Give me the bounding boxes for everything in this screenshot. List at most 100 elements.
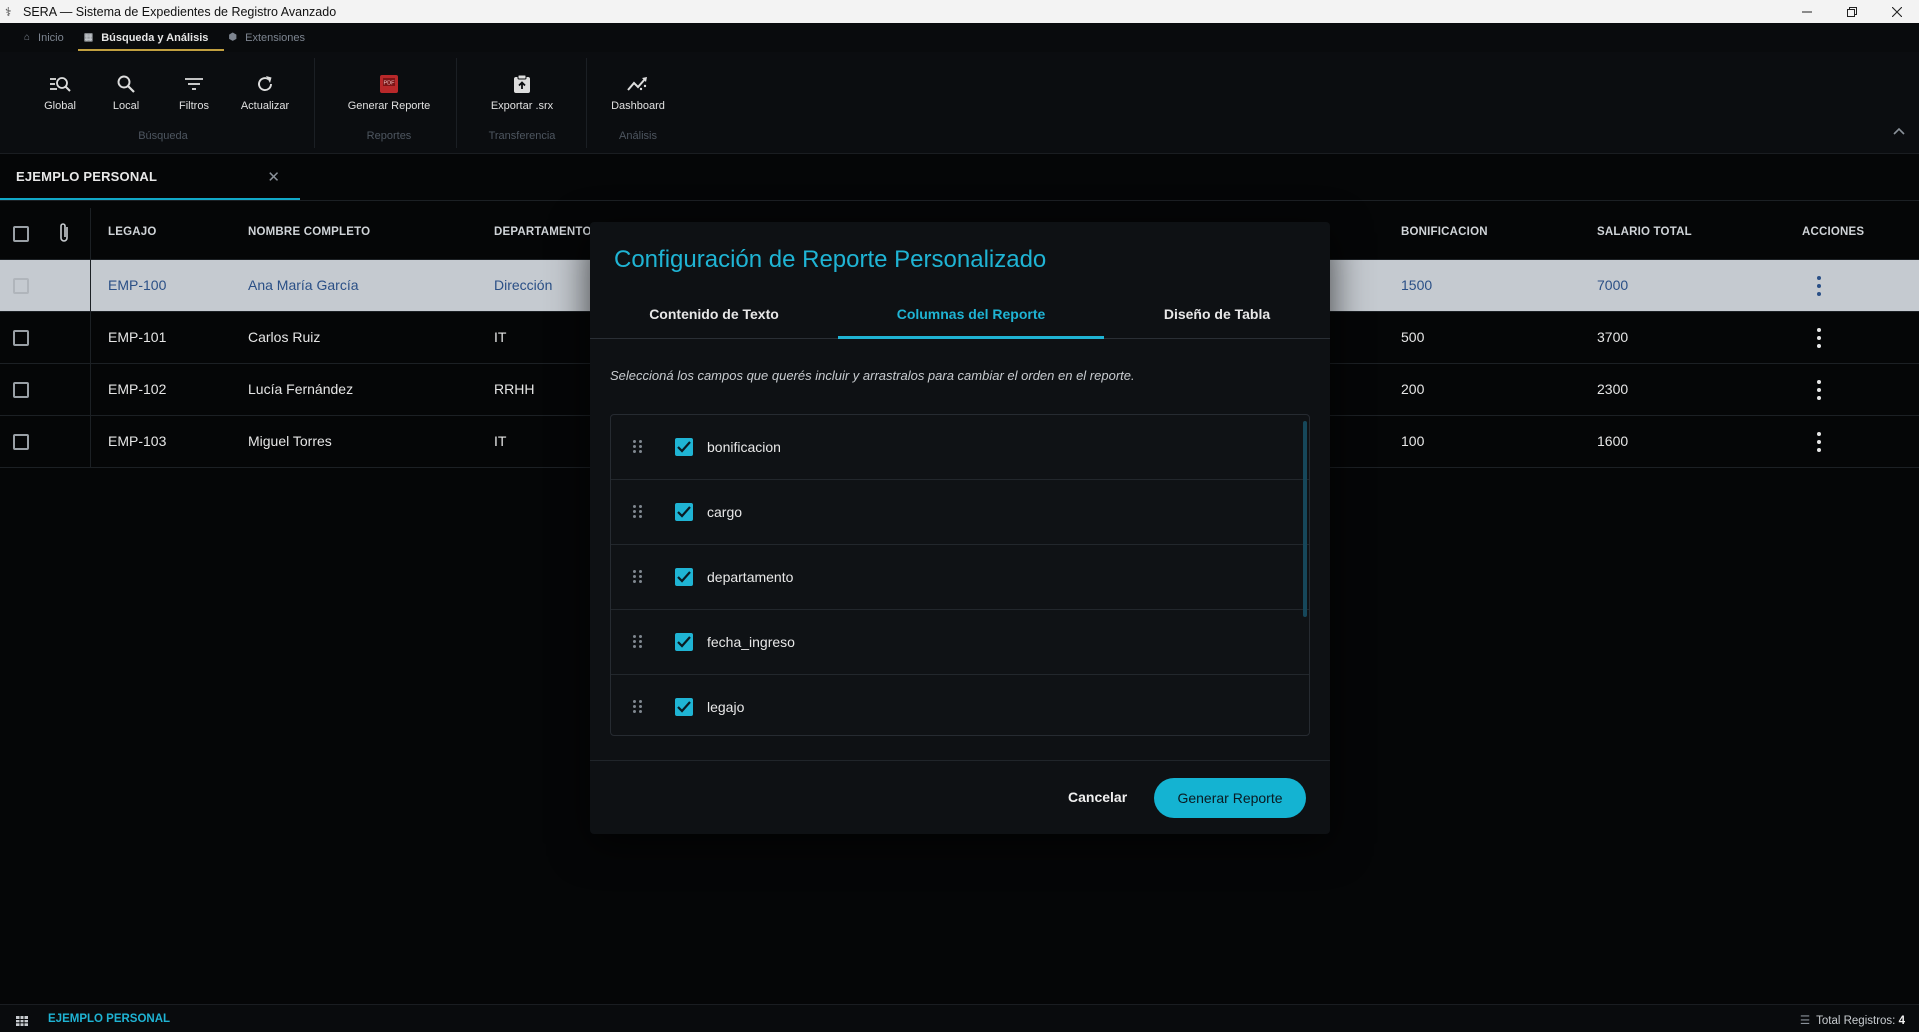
- field-list-scrollbar[interactable]: [1303, 421, 1307, 617]
- field-checkbox[interactable]: [675, 438, 693, 456]
- tab-label: Inicio: [38, 31, 64, 44]
- select-all-checkbox[interactable]: [13, 226, 29, 242]
- tab-busqueda-analisis[interactable]: ▦ Búsqueda y Análisis: [77, 23, 225, 52]
- cell-legajo: EMP-103: [108, 433, 167, 449]
- field-list: bonificacion cargo departamento fecha_in…: [610, 414, 1310, 736]
- close-icon: [1891, 6, 1902, 17]
- cell-salario: 2300: [1597, 381, 1629, 397]
- field-name: cargo: [707, 504, 743, 520]
- column-divider: [90, 260, 91, 312]
- cell-legajo: EMP-102: [108, 381, 167, 397]
- ribbon-divider: [586, 58, 587, 148]
- cell-nombre: Ana María García: [248, 277, 359, 293]
- cell-salario: 1600: [1597, 433, 1629, 449]
- col-bonificacion[interactable]: BONIFICACION: [1401, 226, 1488, 238]
- check-icon: [677, 636, 691, 648]
- main-nav: ⌂ Inicio ▦ Búsqueda y Análisis ⬢ Extensi…: [0, 23, 1919, 52]
- col-legajo[interactable]: LEGAJO: [108, 226, 157, 238]
- tab-diseno-tabla[interactable]: Diseño de Tabla: [1104, 294, 1330, 339]
- col-acciones: ACCIONES: [1802, 226, 1865, 238]
- list-item[interactable]: bonificacion: [611, 415, 1309, 480]
- group-label: Análisis: [619, 130, 657, 142]
- tab-inicio[interactable]: ⌂ Inicio: [20, 23, 80, 52]
- maximize-button[interactable]: [1829, 0, 1874, 23]
- drag-handle-icon[interactable]: [633, 440, 643, 454]
- status-total: ☰ Total Registros: 4: [1800, 1013, 1905, 1027]
- ribbon-group-analisis: Análisis: [588, 52, 688, 154]
- cell-departamento: Dirección: [494, 277, 553, 293]
- restore-icon: [1846, 6, 1857, 17]
- cell-bonificacion: 500: [1401, 329, 1425, 345]
- window-title: SERA — Sistema de Expedientes de Registr…: [23, 4, 337, 19]
- drag-handle-icon[interactable]: [633, 635, 643, 649]
- cell-salario: 7000: [1597, 277, 1629, 293]
- home-icon: ⌂: [24, 32, 31, 43]
- status-bar: EJEMPLO PERSONAL ☰ Total Registros: 4: [0, 1004, 1919, 1032]
- list-item[interactable]: fecha_ingreso: [611, 610, 1309, 675]
- field-checkbox[interactable]: [675, 633, 693, 651]
- cell-departamento: IT: [494, 433, 507, 449]
- field-checkbox[interactable]: [675, 503, 693, 521]
- generate-report-submit-button[interactable]: Generar Reporte: [1154, 778, 1306, 818]
- cell-legajo: EMP-101: [108, 329, 167, 345]
- list-item[interactable]: cargo: [611, 480, 1309, 545]
- cancel-button[interactable]: Cancelar: [1068, 789, 1127, 805]
- cell-departamento: IT: [494, 329, 507, 345]
- drag-handle-icon[interactable]: [633, 570, 643, 584]
- tab-extensiones[interactable]: ⬢ Extensiones: [224, 23, 321, 52]
- table-icon: [16, 1013, 28, 1026]
- list-icon: ☰: [1799, 1015, 1811, 1027]
- tab-label: Extensiones: [245, 31, 306, 44]
- cell-departamento: RRHH: [494, 381, 535, 397]
- cell-bonificacion: 200: [1401, 381, 1425, 397]
- list-item[interactable]: legajo: [611, 675, 1309, 735]
- check-icon: [677, 571, 691, 583]
- col-departamento[interactable]: DEPARTAMENTO: [494, 226, 592, 238]
- column-divider: [90, 364, 91, 416]
- tab-columnas-reporte[interactable]: Columnas del Reporte: [838, 294, 1104, 339]
- attachment-icon: [58, 222, 70, 249]
- row-checkbox[interactable]: [13, 434, 29, 450]
- list-item[interactable]: departamento: [611, 545, 1309, 610]
- drag-handle-icon[interactable]: [633, 700, 643, 714]
- column-divider: [90, 312, 91, 364]
- row-actions-icon[interactable]: [1816, 380, 1822, 400]
- minimize-icon: [1801, 11, 1812, 12]
- row-actions-icon[interactable]: [1816, 432, 1822, 452]
- total-value: 4: [1898, 1015, 1905, 1027]
- close-tab-button[interactable]: ✕: [267, 168, 280, 186]
- group-label: Transferencia: [488, 130, 556, 142]
- row-actions-icon[interactable]: [1816, 276, 1822, 296]
- row-checkbox[interactable]: [13, 330, 29, 346]
- total-label: Total Registros:: [1816, 1015, 1896, 1027]
- tab-divider: [0, 200, 1919, 201]
- col-salario[interactable]: SALARIO TOTAL: [1597, 226, 1692, 238]
- close-window-button[interactable]: [1874, 0, 1919, 23]
- cell-nombre: Carlos Ruiz: [248, 329, 321, 345]
- row-checkbox[interactable]: [13, 278, 29, 294]
- tab-contenido-texto[interactable]: Contenido de Texto: [590, 294, 838, 339]
- dialog-title: Configuración de Reporte Personalizado: [614, 246, 1047, 273]
- group-label: Reportes: [366, 130, 412, 142]
- tab-label: Búsqueda y Análisis: [101, 31, 209, 44]
- document-tab[interactable]: EJEMPLO PERSONAL ✕: [0, 154, 300, 200]
- app-icon: ⚕: [5, 4, 12, 19]
- col-nombre[interactable]: NOMBRE COMPLETO: [248, 226, 370, 238]
- window-controls: [1784, 0, 1919, 23]
- drag-handle-icon[interactable]: [633, 505, 643, 519]
- minimize-button[interactable]: [1784, 0, 1829, 23]
- dialog-tabs: Contenido de Texto Columnas del Reporte …: [590, 294, 1330, 339]
- table-icon: ▦: [83, 32, 94, 43]
- ribbon-group-busqueda: Búsqueda: [0, 52, 326, 154]
- collapse-ribbon-button[interactable]: [1893, 122, 1905, 138]
- field-checkbox[interactable]: [675, 568, 693, 586]
- row-checkbox[interactable]: [13, 382, 29, 398]
- cell-legajo: EMP-100: [108, 277, 167, 293]
- group-label: Búsqueda: [138, 130, 188, 142]
- status-document-name: EJEMPLO PERSONAL: [48, 1013, 171, 1025]
- dialog-footer-divider: [590, 760, 1330, 761]
- column-divider: [90, 416, 91, 468]
- row-actions-icon[interactable]: [1816, 328, 1822, 348]
- window-titlebar: ⚕ SERA — Sistema de Expedientes de Regis…: [0, 0, 1919, 23]
- field-checkbox[interactable]: [675, 698, 693, 716]
